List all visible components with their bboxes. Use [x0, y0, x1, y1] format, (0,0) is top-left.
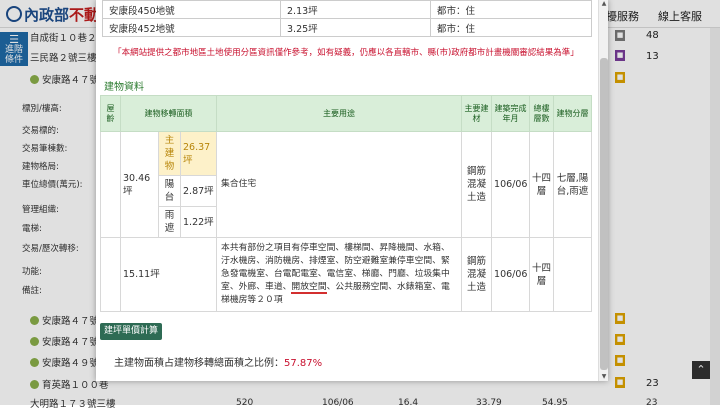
table-row: 安康段452地號 3.25坪 都市：住 — [102, 18, 592, 37]
shared-use-cell: 本共有部份之項目有停車空間、樓梯間、昇降機間、水箱、汙水機房、消防機房、排煙室、… — [216, 237, 463, 312]
main-building-area: 26.37坪 — [179, 131, 218, 176]
land-name: 安康段450地號 — [102, 0, 281, 19]
land-table: 安康段450地號 2.13坪 都市：住 安康段452地號 3.25坪 都市：住 — [102, 0, 592, 37]
zoning-notice: 「本網站提供之都市地區土地使用分區資訊僅作參考，如有疑義，仍應以各直轄市、縣(市… — [113, 48, 579, 58]
age-cell — [100, 237, 121, 312]
col-header-age: 屋齡 — [100, 95, 121, 132]
completion-cell: 106/06 — [491, 131, 531, 238]
material-cell: 鋼筋混凝土造 — [461, 131, 493, 238]
rain-shelter-label: 雨遮 — [158, 206, 181, 238]
land-zone: 都市：住 — [430, 18, 592, 37]
unit-price-calc-button[interactable]: 建坪單價計算 — [100, 323, 163, 340]
age-cell — [100, 131, 121, 238]
col-header-completion: 建築完成年月 — [491, 95, 531, 132]
transaction-detail-modal: 安康段450地號 2.13坪 都市：住 安康段452地號 3.25坪 都市：住 … — [96, 0, 608, 381]
modal-scrollbar[interactable]: ▲ ▼ — [598, 0, 608, 381]
highlighted-term: 開放空間 — [291, 282, 327, 294]
rain-shelter-area: 1.22坪 — [179, 206, 218, 238]
table-row: 30.46坪 主建物 26.37坪 集合住宅 鋼筋混凝土造 106/06 十四層… — [100, 131, 593, 238]
balcony-area: 2.87坪 — [179, 175, 218, 207]
scroll-down-icon[interactable]: ▼ — [599, 373, 608, 381]
land-area: 2.13坪 — [280, 0, 431, 19]
table-row: 安康段450地號 2.13坪 都市：住 — [102, 0, 592, 19]
completion-cell: 106/06 — [491, 237, 531, 312]
ratio-label: 主建物面積占建物移轉總面積之比例： — [114, 358, 284, 369]
col-header-use: 主要用途 — [216, 95, 463, 132]
land-zone: 都市：住 — [430, 0, 592, 19]
main-building-label: 主建物 — [158, 131, 181, 176]
col-header-area: 建物移轉面積 — [119, 95, 218, 132]
main-building-ratio: 主建物面積占建物移轉總面積之比例：57.87% — [114, 354, 322, 369]
ratio-value: 57.87% — [284, 358, 323, 369]
floors-cell: 十四層 — [529, 131, 555, 238]
col-header-material: 主要建材 — [461, 95, 493, 132]
layout-cell: 七層,陽台,雨遮 — [553, 131, 593, 238]
building-table: 屋齡 建物移轉面積 主要用途 主要建材 建築完成年月 總樓層數 建物分層 30.… — [100, 95, 593, 312]
main-use-cell: 集合住宅 — [216, 131, 463, 238]
land-area: 3.25坪 — [280, 18, 431, 37]
section-title: 建物資料 — [104, 82, 144, 93]
balcony-label: 陽台 — [158, 175, 181, 207]
col-header-floors: 總樓層數 — [529, 95, 555, 132]
table-row: 15.11坪 本共有部份之項目有停車空間、樓梯間、昇降機間、水箱、汙水機房、消防… — [100, 237, 593, 312]
scrollbar-thumb[interactable] — [600, 58, 608, 370]
total-area-cell: 30.46坪 — [120, 131, 159, 238]
floors-cell: 十四層 — [529, 237, 555, 312]
layout-cell — [553, 237, 593, 312]
land-name: 安康段452地號 — [102, 18, 281, 37]
col-header-layout: 建物分層 — [553, 95, 593, 132]
scroll-up-icon[interactable]: ▲ — [599, 0, 608, 8]
table-header-row: 屋齡 建物移轉面積 主要用途 主要建材 建築完成年月 總樓層數 建物分層 — [100, 95, 593, 132]
material-cell: 鋼筋混凝土造 — [461, 237, 493, 312]
shared-area-cell: 15.11坪 — [119, 237, 218, 312]
